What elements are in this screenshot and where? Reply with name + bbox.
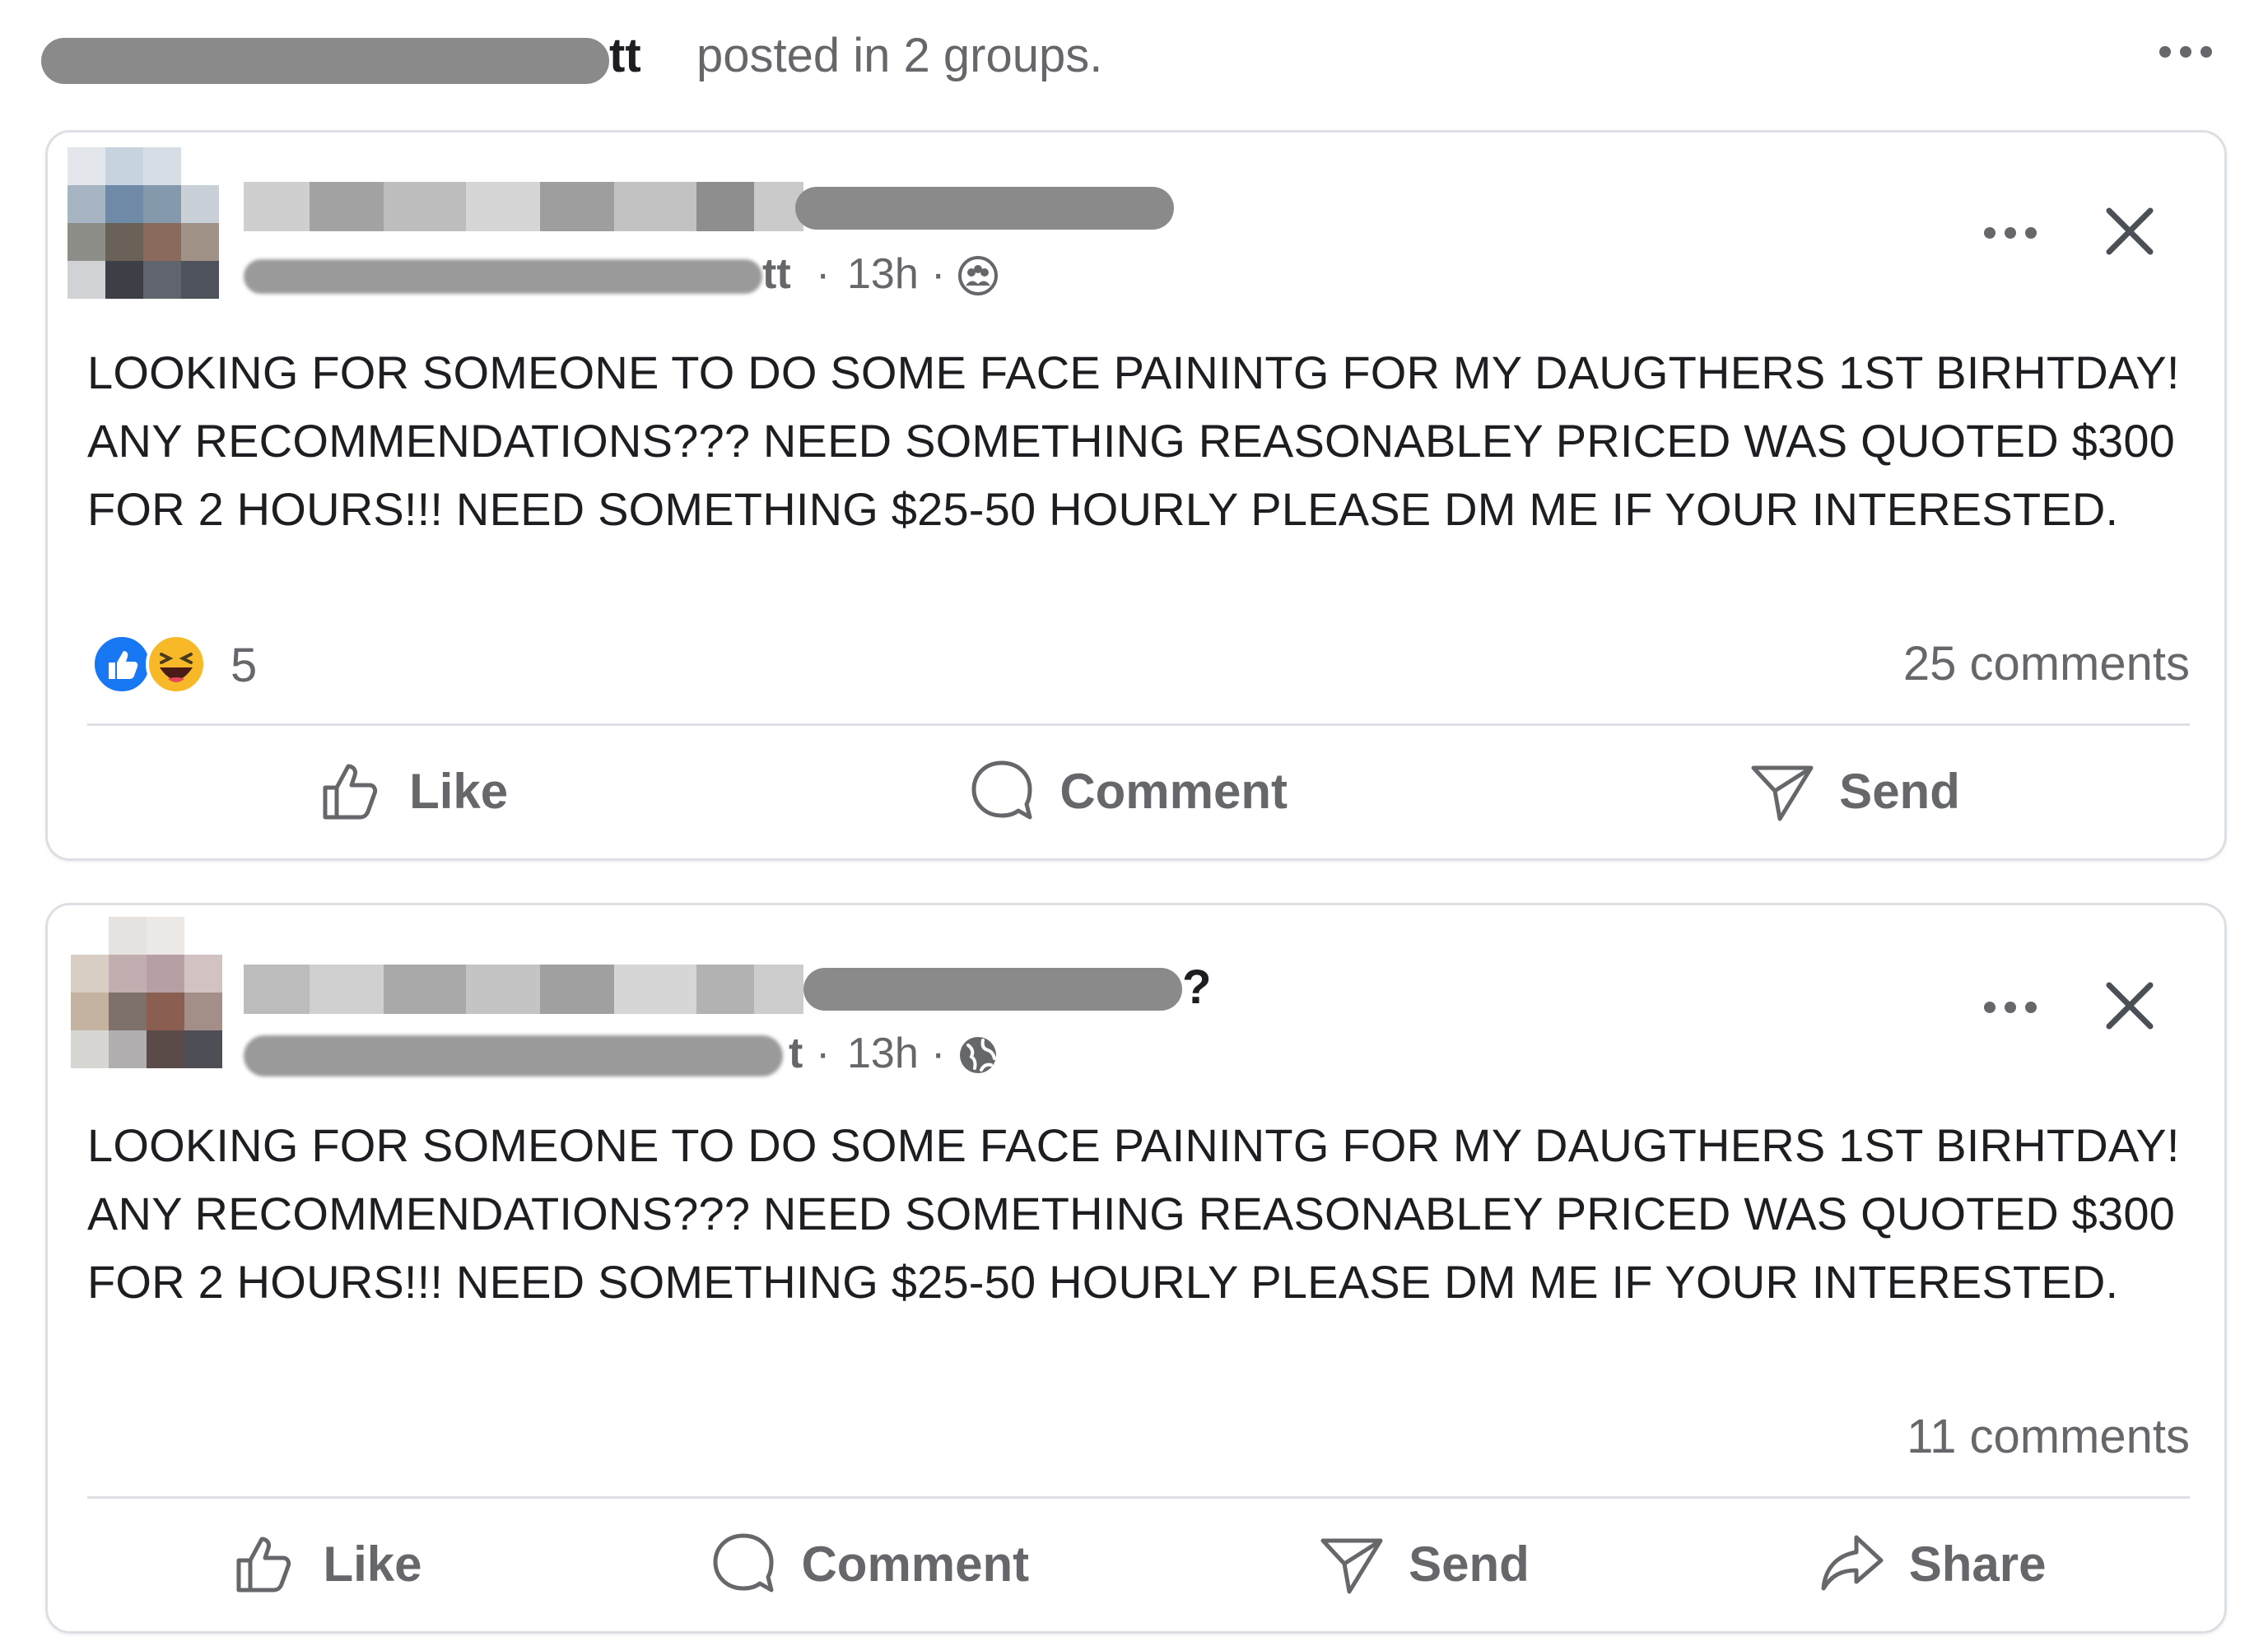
- group-name[interactable]: ?: [244, 960, 1211, 1014]
- post-options-icon[interactable]: [1973, 983, 2047, 1032]
- redacted-poster-name: [41, 38, 609, 84]
- post-timestamp[interactable]: 13h: [847, 1029, 919, 1078]
- post-actions: Like Comment Send Share: [87, 1506, 2190, 1621]
- group-avatar[interactable]: [68, 147, 219, 322]
- comment-button[interactable]: Comment: [684, 1521, 1054, 1606]
- comment-icon: [713, 1533, 774, 1593]
- post-actions: Like Comment Send: [87, 733, 2190, 849]
- reactions-summary[interactable]: 5: [91, 630, 338, 695]
- shared-post-header: tt posted in 2 groups.: [41, 23, 2223, 89]
- close-icon[interactable]: [2097, 198, 2163, 264]
- send-button[interactable]: Send: [1722, 748, 1985, 834]
- posted-in-groups-text: posted in 2 groups.: [696, 29, 1103, 82]
- comment-icon: [971, 760, 1032, 820]
- like-reaction-icon: [91, 633, 153, 695]
- post-body: LOOKING FOR SOMEONE TO DO SOME FACE PAIN…: [87, 1119, 2191, 1308]
- send-button[interactable]: Send: [1292, 1521, 1554, 1606]
- send-icon: [1320, 1538, 1383, 1594]
- feed-page: tt posted in 2 groups. tt · 13h · LOOKIN…: [0, 0, 2268, 1646]
- comments-count[interactable]: 11 comments: [1907, 1409, 2190, 1464]
- redacted-poster-name: [244, 259, 762, 294]
- divider: [87, 1496, 2190, 1499]
- close-icon[interactable]: [2097, 973, 2163, 1039]
- poster-name[interactable]: tt: [609, 28, 641, 83]
- comment-button[interactable]: Comment: [943, 748, 1312, 834]
- comments-count[interactable]: 25 comments: [1903, 636, 2190, 691]
- post-meta: t · 13h ·: [244, 1027, 1149, 1080]
- group-avatar[interactable]: [71, 917, 222, 1091]
- divider: [87, 723, 2190, 726]
- like-icon: [323, 764, 378, 820]
- redacted-poster-name: [244, 1035, 783, 1076]
- group-name[interactable]: [244, 182, 1174, 231]
- haha-reaction-icon: [145, 633, 207, 695]
- like-button[interactable]: Like: [206, 1521, 446, 1606]
- like-button[interactable]: Like: [292, 748, 533, 834]
- share-icon: [1821, 1535, 1884, 1591]
- group-post-card: tt · 13h · LOOKING FOR SOMEONE TO DO SOM…: [45, 130, 2227, 861]
- post-body: LOOKING FOR SOMEONE TO DO SOME FACE PAIN…: [87, 346, 2191, 535]
- reaction-count: 5: [231, 639, 258, 692]
- post-options-icon[interactable]: [1973, 208, 2047, 258]
- poster-name[interactable]: t: [789, 1029, 803, 1078]
- poster-name[interactable]: tt: [762, 249, 791, 299]
- post-meta: tt · 13h ·: [244, 248, 1149, 300]
- group-icon: [957, 254, 999, 297]
- group-post-card: ? t · 13h · LOOKING FOR SOMEONE TO DO SO…: [45, 903, 2227, 1634]
- like-icon: [236, 1537, 291, 1593]
- send-icon: [1751, 765, 1814, 821]
- post-timestamp[interactable]: 13h: [847, 249, 919, 299]
- globe-icon: [957, 1034, 999, 1076]
- more-options-icon[interactable]: [2149, 23, 2223, 81]
- share-button[interactable]: Share: [1792, 1521, 2071, 1606]
